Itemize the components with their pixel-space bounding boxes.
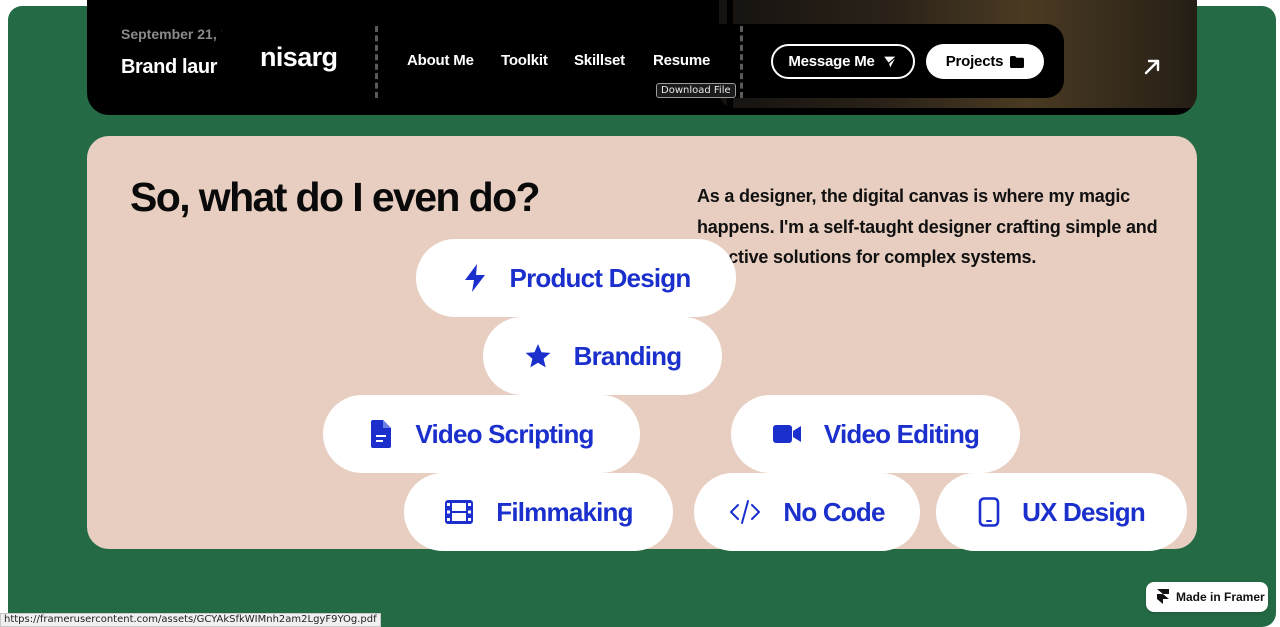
chip-label: Branding [573, 340, 683, 371]
send-icon [882, 54, 898, 70]
chip-product-design[interactable]: Product Design [416, 239, 736, 317]
brand-logo[interactable]: nisarg [260, 42, 338, 73]
post-headline[interactable]: Brand laur [121, 56, 217, 79]
chip-branding[interactable]: Branding [483, 317, 722, 395]
folder-icon [1010, 55, 1025, 68]
chip-label: Video Scripting [415, 418, 594, 449]
nav-divider [740, 26, 743, 98]
lightning-icon [464, 264, 485, 292]
chip-ux-design[interactable]: UX Design [936, 473, 1187, 551]
code-icon [730, 500, 761, 524]
framer-logo-icon [1157, 589, 1169, 604]
section-title: So, what do I even do? [130, 174, 541, 220]
document-icon [371, 420, 392, 448]
chip-label: No Code [783, 496, 885, 527]
nav-resume[interactable]: Resume [653, 52, 710, 69]
status-bar-url: https://framerusercontent.com/assets/GCY… [0, 613, 381, 627]
framer-badge-label: Made in Framer [1176, 590, 1265, 604]
mobile-icon [978, 497, 1000, 527]
nav-about-me[interactable]: About Me [407, 52, 474, 69]
nav-skillset[interactable]: Skillset [574, 52, 625, 69]
message-me-button[interactable]: Message Me [771, 44, 915, 79]
video-camera-icon [772, 425, 801, 443]
projects-button[interactable]: Projects [926, 44, 1044, 79]
projects-label: Projects [945, 53, 1004, 70]
chip-filmmaking[interactable]: Filmmaking [404, 473, 673, 551]
film-icon [445, 500, 474, 524]
post-date: September 21, 2 [121, 26, 229, 42]
chip-label: Video Editing [823, 418, 980, 449]
arrow-up-right-icon[interactable] [1141, 56, 1163, 78]
section-description: As a designer, the digital canvas is whe… [697, 186, 1158, 267]
chip-label: UX Design [1022, 496, 1146, 527]
made-in-framer-badge[interactable]: Made in Framer [1146, 582, 1268, 612]
chip-label: Product Design [509, 262, 692, 293]
nav-divider [375, 26, 378, 98]
chip-no-code[interactable]: No Code [694, 473, 920, 551]
message-me-label: Message Me [788, 53, 875, 70]
chip-video-scripting[interactable]: Video Scripting [323, 395, 640, 473]
resume-tooltip: Download File [656, 83, 736, 98]
chip-video-editing[interactable]: Video Editing [731, 395, 1020, 473]
star-icon [525, 344, 551, 368]
navbar: nisarg About Me Toolkit Skillset Resume … [218, 24, 1064, 98]
nav-toolkit[interactable]: Toolkit [501, 52, 548, 69]
chip-label: Filmmaking [496, 496, 633, 527]
